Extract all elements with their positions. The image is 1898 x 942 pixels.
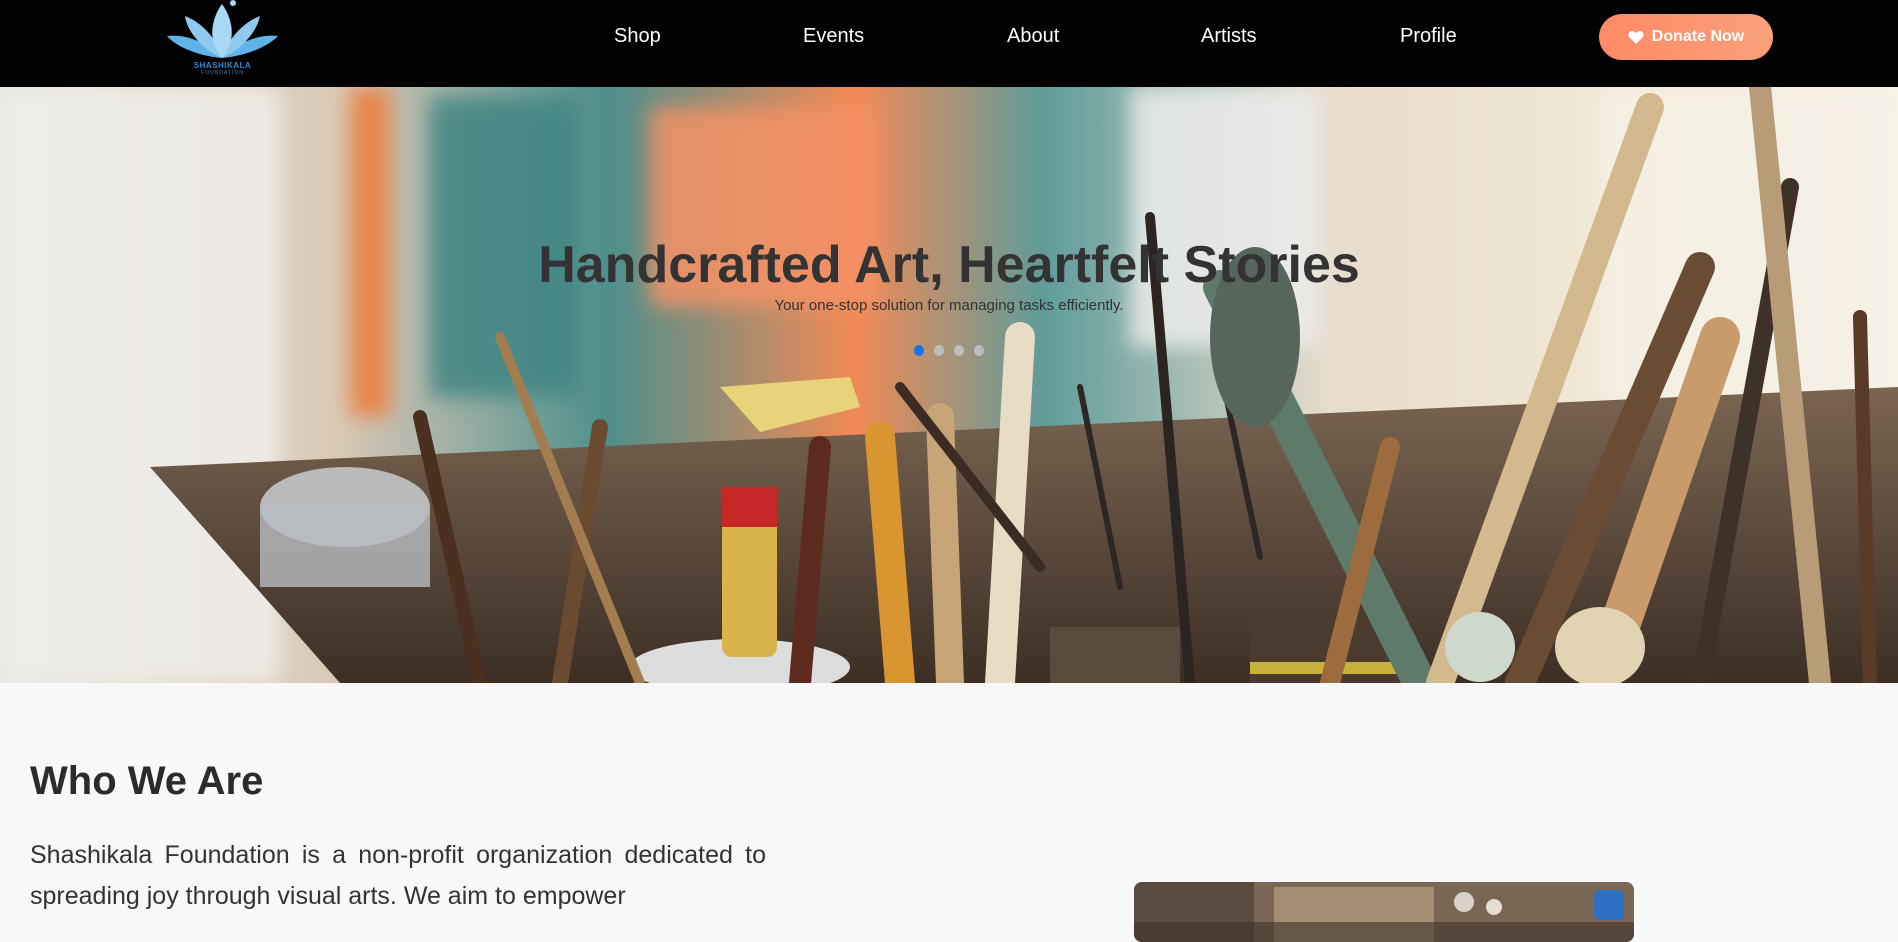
about-text: Shashikala Foundation is a non-profit or… <box>30 841 766 910</box>
logo-tagline: FOUNDATION <box>201 70 244 76</box>
about-image <box>1134 882 1634 942</box>
carousel-indicators <box>914 345 984 357</box>
carousel-dot-4[interactable] <box>974 345 984 356</box>
donate-label: Donate Now <box>1651 28 1745 45</box>
carousel-dot-1[interactable] <box>914 345 924 356</box>
hero-image <box>0 87 1898 683</box>
nav-artists[interactable]: Artists <box>1201 25 1257 48</box>
carousel-dot-3[interactable] <box>954 345 964 356</box>
logo-name: SHASHIKALA <box>193 61 252 70</box>
top-navbar: SHASHIKALA FOUNDATION Shop Events About … <box>0 0 1898 87</box>
carousel-dot-2[interactable] <box>934 345 944 356</box>
nav-about[interactable]: About <box>1007 25 1059 48</box>
hero-subtitle: Your one-stop solution for managing task… <box>774 297 1124 314</box>
about-title: Who We Are <box>30 759 264 803</box>
art-supplies-image <box>1134 882 1634 942</box>
nav-profile[interactable]: Profile <box>1400 25 1457 48</box>
nav-shop[interactable]: Shop <box>614 25 661 48</box>
donate-button[interactable]: Donate Now <box>1599 14 1773 60</box>
brand-logo[interactable]: SHASHIKALA FOUNDATION <box>165 0 280 80</box>
hero-carousel: Handcrafted Art, Heartfelt Stories Your … <box>0 87 1898 683</box>
lotus-icon <box>167 0 278 58</box>
nav-events[interactable]: Events <box>803 25 864 48</box>
heart-icon <box>1628 30 1644 44</box>
hero-title: Handcrafted Art, Heartfelt Stories <box>538 236 1360 294</box>
